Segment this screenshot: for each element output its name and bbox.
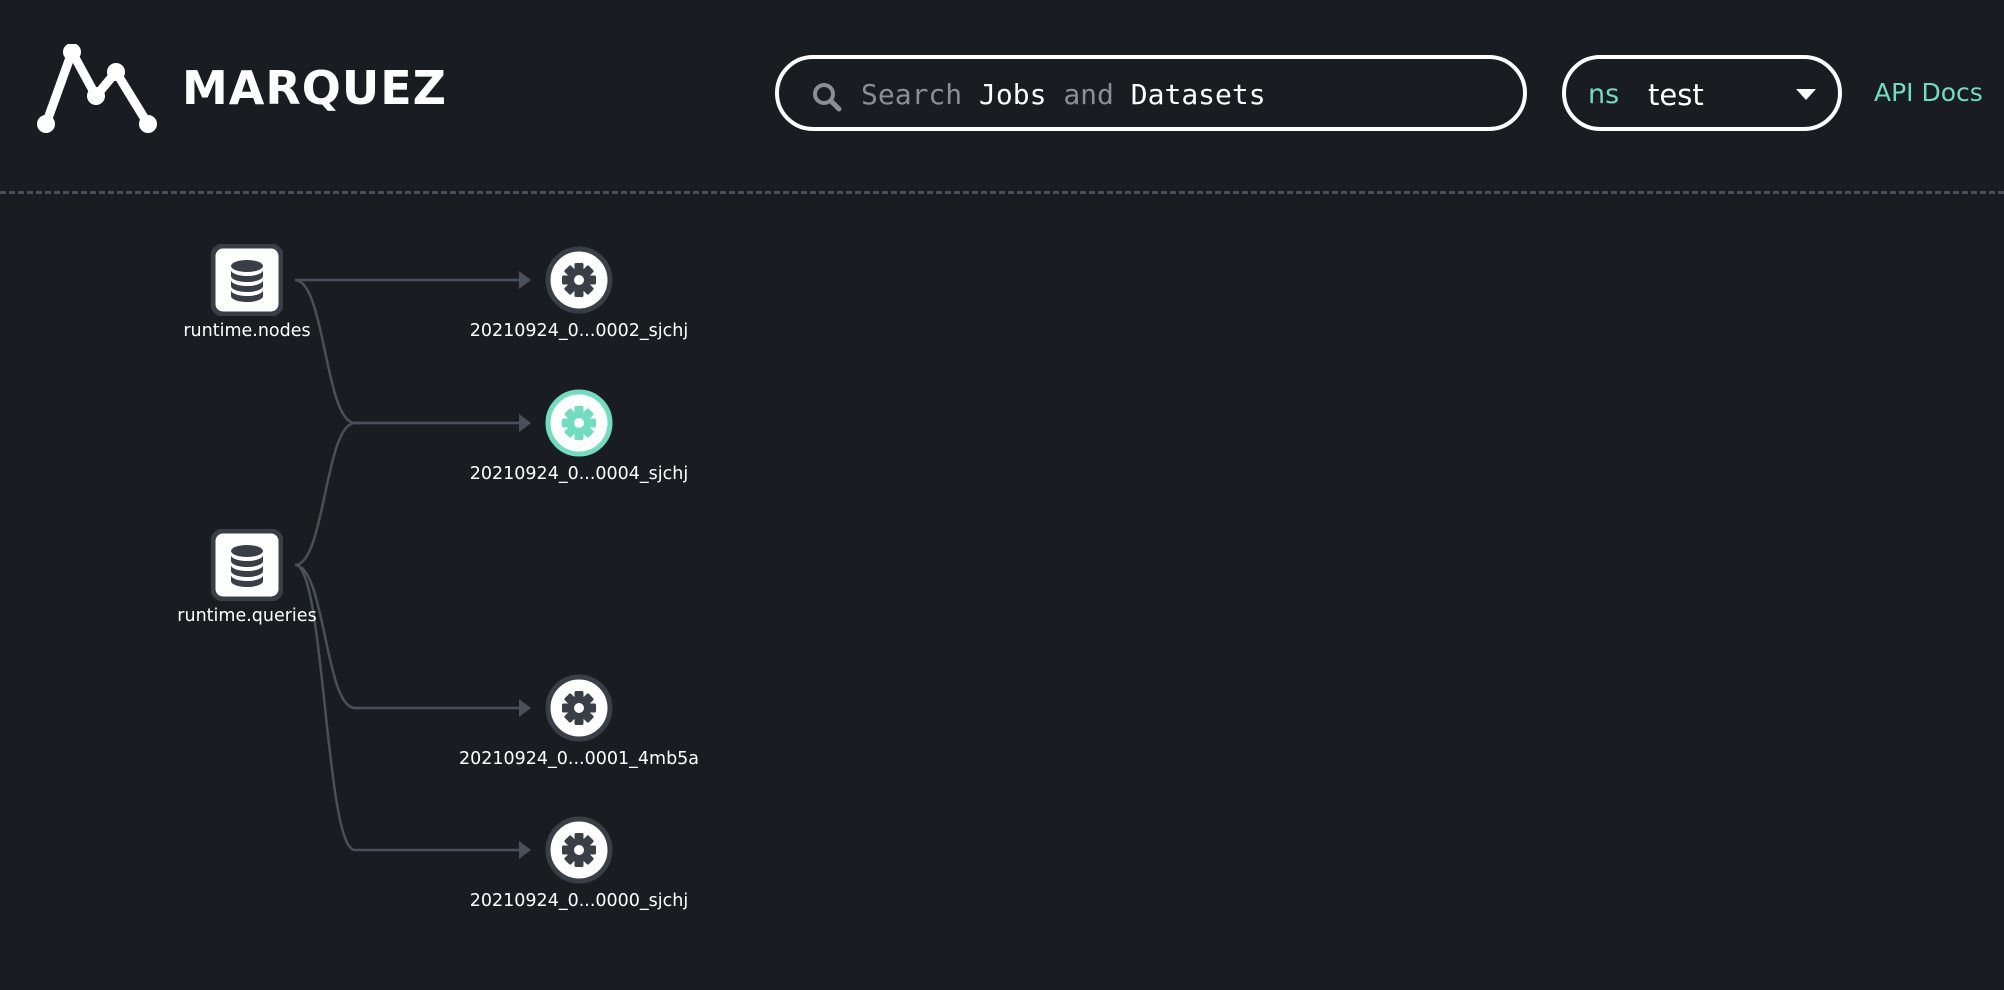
- dataset-node[interactable]: [211, 244, 283, 316]
- lineage-edge: [294, 563, 521, 710]
- gear-icon: [545, 246, 613, 314]
- job-node[interactable]: [545, 246, 613, 314]
- database-icon: [211, 529, 283, 601]
- lineage-edge: [294, 278, 521, 425]
- gear-icon: [545, 816, 613, 884]
- dataset-label: runtime.nodes: [183, 321, 311, 341]
- job-node[interactable]: [545, 389, 613, 457]
- lineage-edges: [294, 271, 531, 859]
- job-node[interactable]: [545, 816, 613, 884]
- gear-icon: [545, 389, 613, 457]
- edge-arrowhead: [519, 271, 531, 289]
- job-label: 20210924_0...0001_4mb5a: [458, 749, 700, 769]
- database-icon: [211, 244, 283, 316]
- job-label: 20210924_0...0002_sjchj: [469, 321, 689, 341]
- dataset-label: runtime.queries: [177, 606, 317, 626]
- app-root: MARQUEZ Search Jobs and Datasets ns test…: [0, 0, 2004, 990]
- lineage-graph: runtime.nodes runtime.queries 20210924_0…: [0, 0, 2004, 990]
- job-node[interactable]: [545, 674, 613, 742]
- edge-arrowhead: [519, 841, 531, 859]
- job-label: 20210924_0...0000_sjchj: [469, 891, 689, 911]
- edge-arrowhead: [519, 699, 531, 717]
- dataset-node[interactable]: [211, 529, 283, 601]
- lineage-edge: [294, 421, 521, 567]
- edge-arrowhead: [519, 414, 531, 432]
- gear-icon: [545, 674, 613, 742]
- job-label: 20210924_0...0004_sjchj: [469, 464, 689, 484]
